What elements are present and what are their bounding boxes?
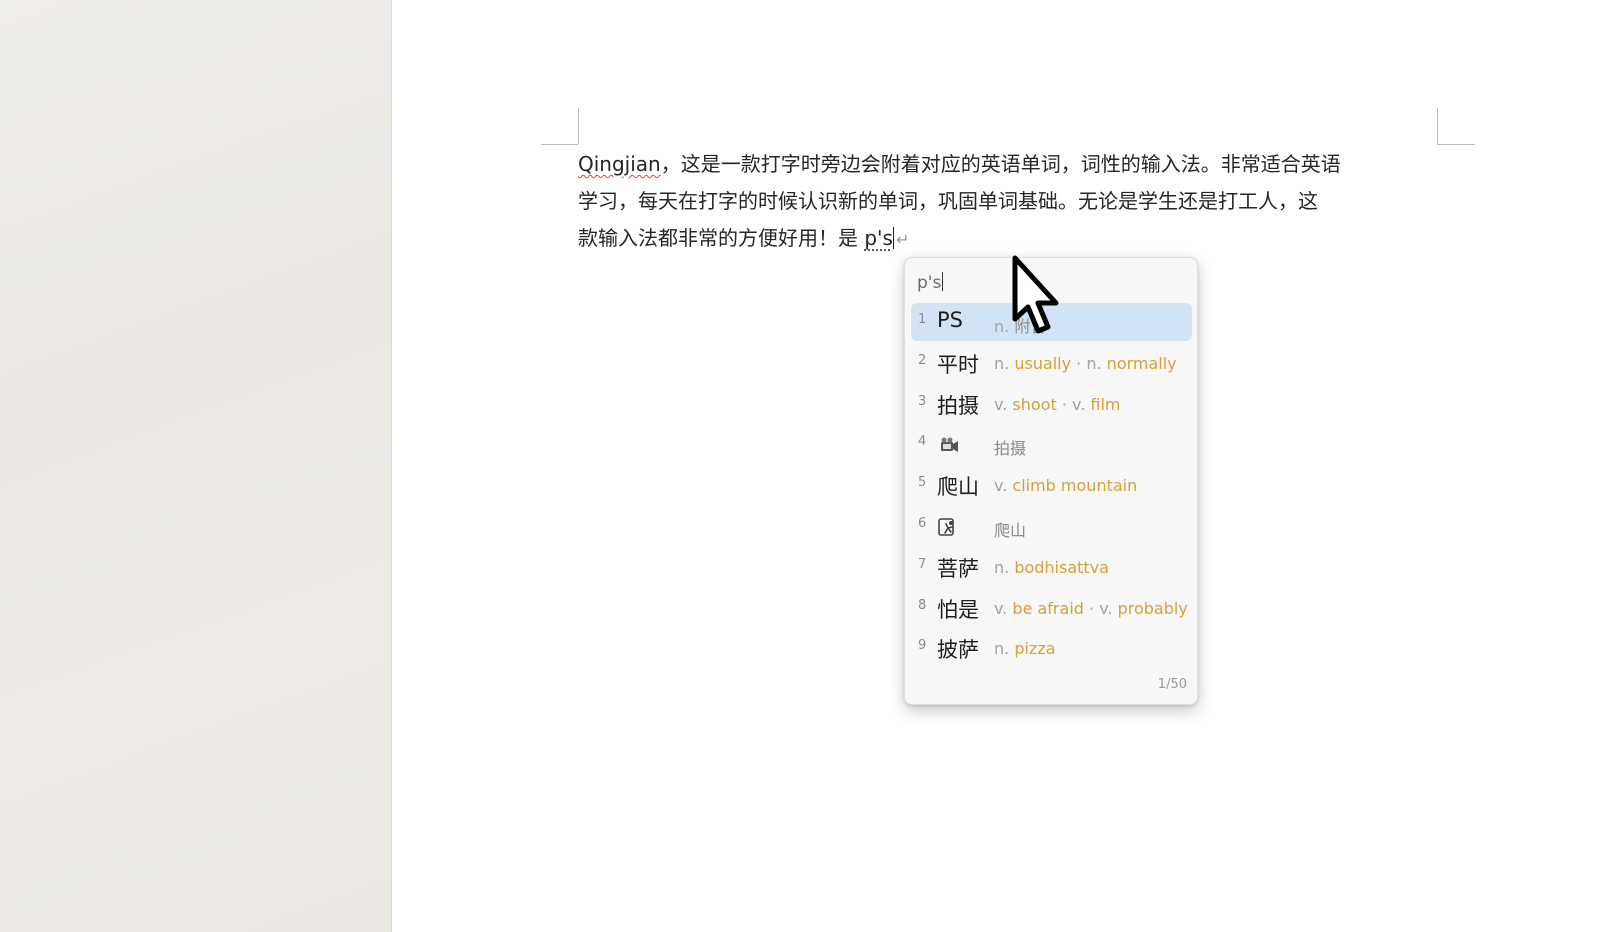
candidate-index: 3 <box>918 393 927 409</box>
document-body-text[interactable]: Qingjian，这是一款打字时旁边会附着对应的英语单词，词性的输入法。非常适合… <box>578 146 1448 258</box>
candidate-index: 7 <box>918 556 927 572</box>
text-cursor <box>892 227 894 249</box>
candidate-index: 8 <box>918 597 927 613</box>
paragraph-mark: ↵ <box>895 230 910 249</box>
candidate-word: 披萨 <box>937 638 979 663</box>
candidate-item[interactable]: 7 菩萨 n. bodhisattva <box>911 548 1192 586</box>
candidate-gloss: n. pizza <box>994 639 1056 659</box>
text-line-1: Qingjian，这是一款打字时旁边会附着对应的英语单词，词性的输入法。非常适合… <box>578 146 1448 183</box>
ime-input-field[interactable]: p's <box>917 272 944 293</box>
candidate-word: 爬山 <box>937 475 979 500</box>
candidate-word: 拍摄 <box>937 393 979 418</box>
ime-composition-text: p's <box>864 226 893 250</box>
candidate-gloss: v. shoot · v. film <box>994 394 1121 414</box>
candidate-item[interactable]: 9 披萨 n. pizza <box>911 629 1192 667</box>
crop-mark-top-left <box>541 144 578 145</box>
ime-caret <box>942 272 944 291</box>
candidate-item[interactable]: 4 拍摄 <box>911 425 1192 463</box>
candidate-index: 5 <box>918 475 927 491</box>
candidate-word: 平时 <box>937 352 979 377</box>
video-camera-icon <box>937 436 959 454</box>
candidate-gloss: v. climb mountain <box>994 476 1138 496</box>
page-indicator: 1/50 <box>1157 677 1187 692</box>
candidate-item[interactable]: 8 怕是 v. be afraid · v. probably <box>911 589 1192 627</box>
candidate-index: 1 <box>918 312 927 327</box>
crop-mark-top-right <box>1437 144 1475 145</box>
text-span: ，这是一款打字时旁边会附着对应的英语单词，词性的输入法。非常适合英语 <box>660 152 1341 176</box>
candidate-item[interactable]: 5 爬山 v. climb mountain <box>911 466 1192 504</box>
text-span: 款输入法都非常的方便好用！是 <box>578 226 865 250</box>
misspelled-word[interactable]: Qingjian <box>578 152 661 176</box>
candidate-gloss: n. bodhisattva <box>994 557 1109 577</box>
climbing-icon <box>937 518 959 536</box>
candidate-index: 2 <box>918 352 927 368</box>
candidate-gloss: 拍摄 <box>994 439 1027 459</box>
candidate-item[interactable]: 3 拍摄 v. shoot · v. film <box>911 385 1192 423</box>
candidate-list: 1 PS n. 附言 2 平时 n. usually · n. normally 3 拍摄 v.… <box>911 303 1192 670</box>
candidate-word: 怕是 <box>937 597 979 622</box>
text-line-2: 学习，每天在打字的时候认识新的单词，巩固单词基础。无论是学生还是打工人，这 <box>578 189 1318 213</box>
mouse-pointer-icon <box>1012 255 1059 334</box>
candidate-word: 菩萨 <box>937 556 979 581</box>
candidate-index: 6 <box>918 515 927 531</box>
candidate-gloss: 爬山 <box>994 520 1027 540</box>
text-line-3: 款输入法都非常的方便好用！是 p's ↵ <box>578 220 1448 258</box>
ime-input-text: p's <box>917 273 942 293</box>
candidate-word: PS <box>937 308 963 332</box>
candidate-index: 9 <box>918 638 927 654</box>
left-sidebar-panel <box>0 0 392 932</box>
candidate-gloss: v. be afraid · v. probably <box>994 598 1188 618</box>
candidate-item[interactable]: 6 爬山 <box>911 507 1192 545</box>
crop-mark-top-right <box>1437 108 1438 144</box>
crop-mark-top-left <box>578 108 579 144</box>
candidate-item[interactable]: 2 平时 n. usually · n. normally <box>911 344 1192 382</box>
candidate-gloss: n. usually · n. normally <box>994 353 1177 373</box>
candidate-index: 4 <box>918 434 927 450</box>
